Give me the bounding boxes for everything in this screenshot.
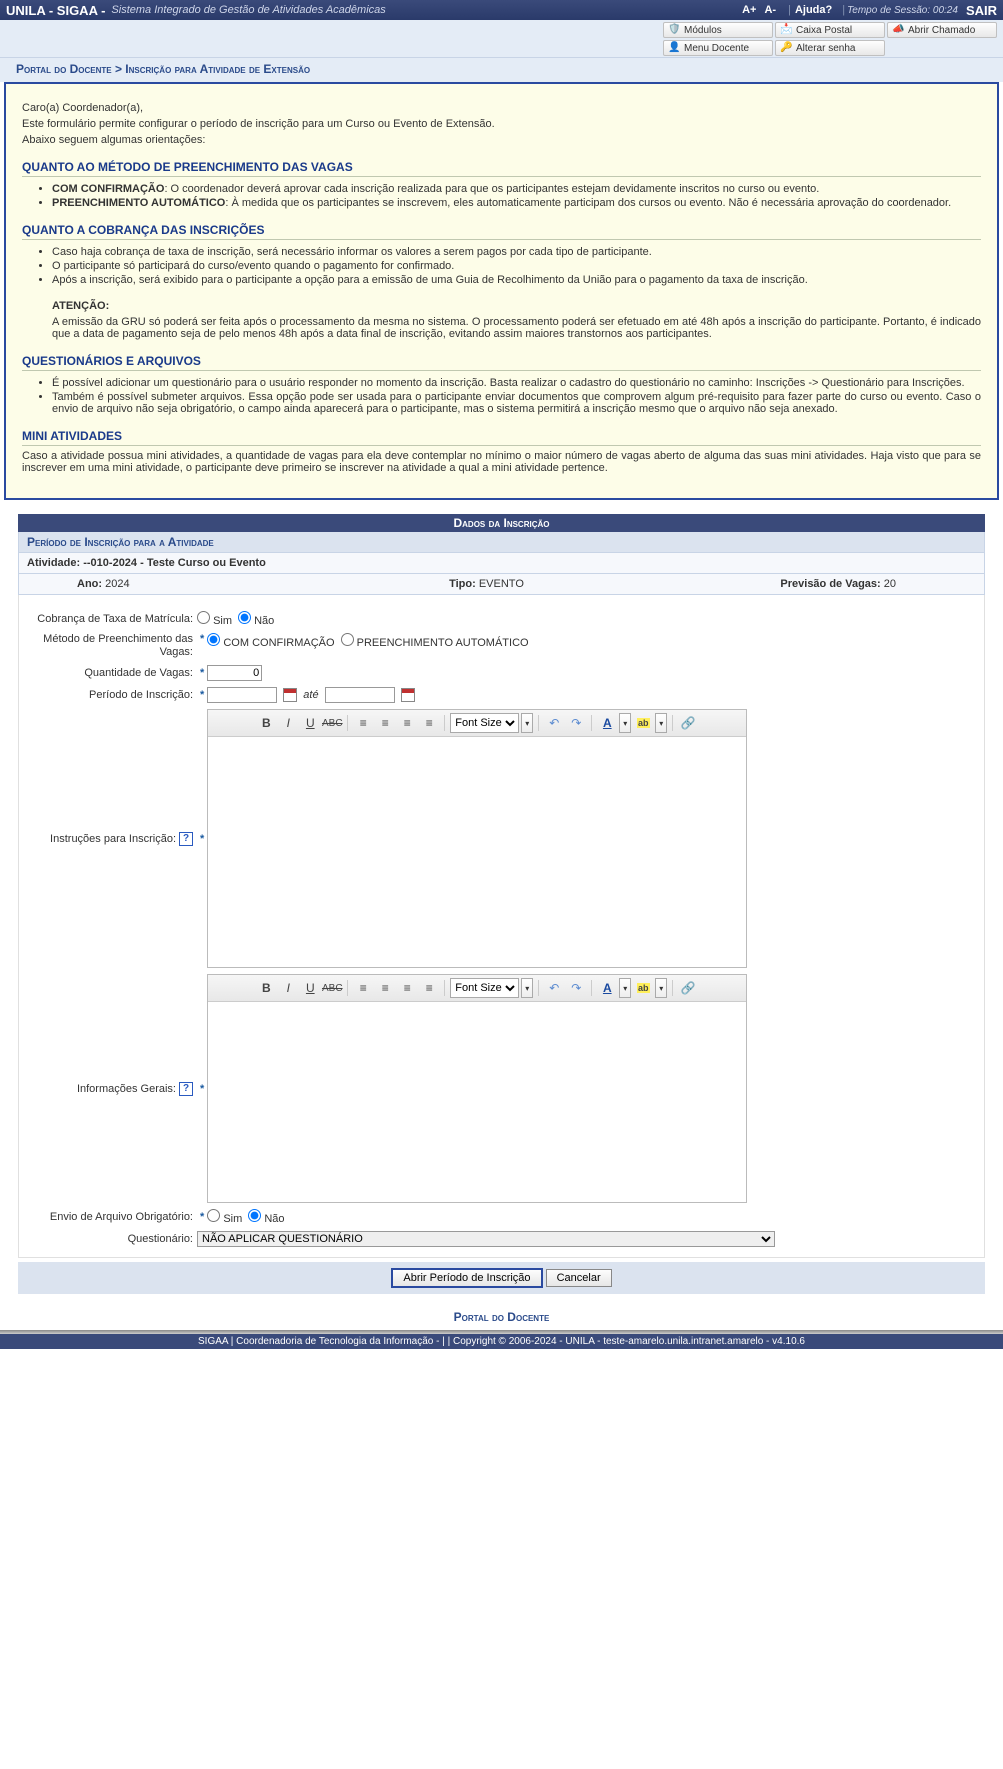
editor-toolbar: B I U ABC ≡ ≡ ≡ ≡ Font Size ▾ ↶ [208, 975, 746, 1002]
align-right-icon[interactable]: ≡ [397, 978, 417, 998]
portal-link[interactable]: Portal do Docente [454, 1310, 550, 1324]
greeting: Caro(a) Coordenador(a), [22, 102, 981, 114]
vacancies-input[interactable] [207, 665, 262, 681]
modules-button[interactable]: 🛡️Módulos [663, 22, 773, 38]
enrollment-form: Dados da Inscrição Período de Inscrição … [4, 514, 999, 1304]
help-link[interactable]: Ajuda? [795, 4, 832, 16]
section-heading: QUANTO A COBRANÇA DAS INSCRIÇÕES [22, 223, 981, 240]
bold-icon[interactable]: B [256, 713, 276, 733]
dropdown-icon[interactable]: ▾ [619, 978, 631, 998]
section-heading: QUANTO AO MÉTODO DE PREENCHIMENTO DAS VA… [22, 160, 981, 177]
instructions-panel: Caro(a) Coordenador(a), Este formulário … [4, 82, 999, 500]
redo-icon[interactable]: ↷ [566, 713, 586, 733]
breadcrumb: Portal do Docente > Inscrição para Ativi… [0, 58, 1003, 82]
editor-toolbar: B I U ABC ≡ ≡ ≡ ≡ Font Size ▾ ↶ [208, 710, 746, 737]
app-subtitle: Sistema Integrado de Gestão de Atividade… [111, 4, 385, 16]
italic-icon[interactable]: I [278, 978, 298, 998]
file-yes-radio[interactable]: Sim [207, 1209, 242, 1225]
dropdown-icon[interactable]: ▾ [655, 978, 667, 998]
zoom-out-button[interactable]: A- [764, 4, 776, 16]
instructions-row: Instruções para Inscrição: ? * B I U ABC… [27, 709, 976, 968]
editor-body[interactable] [208, 1002, 746, 1202]
vacancies-row: Quantidade de Vagas: * [27, 665, 976, 681]
align-left-icon[interactable]: ≡ [353, 978, 373, 998]
section-heading: QUESTIONÁRIOS E ARQUIVOS [22, 354, 981, 371]
link-icon[interactable]: 🔗 [678, 713, 698, 733]
flag-icon: 📣 [892, 24, 904, 36]
questionnaire-row: Questionário: NÃO APLICAR QUESTIONÁRIO [27, 1231, 976, 1247]
method-confirm-radio[interactable]: COM CONFIRMAÇÃO [207, 633, 334, 649]
form-subtitle: Período de Inscrição para a Atividade [18, 532, 985, 553]
general-info-row: Informações Gerais: ? * B I U ABC ≡ ≡ ≡ … [27, 974, 976, 1203]
section-heading: MINI ATIVIDADES [22, 429, 981, 446]
font-size-select[interactable]: Font Size [450, 978, 519, 998]
help-icon[interactable]: ? [179, 1082, 193, 1096]
undo-icon[interactable]: ↶ [544, 978, 564, 998]
dropdown-icon[interactable]: ▾ [521, 978, 533, 998]
file-required-row: Envio de Arquivo Obrigatório: * Sim Não [27, 1209, 976, 1225]
help-icon[interactable]: ? [179, 832, 193, 846]
link-icon[interactable]: 🔗 [678, 978, 698, 998]
align-right-icon[interactable]: ≡ [397, 713, 417, 733]
change-password-button[interactable]: 🔑Alterar senha [775, 40, 885, 56]
strike-icon[interactable]: ABC [322, 713, 342, 733]
key-icon: 🔑 [780, 42, 792, 54]
align-left-icon[interactable]: ≡ [353, 713, 373, 733]
mailbox-button[interactable]: 📩Caixa Postal [775, 22, 885, 38]
align-center-icon[interactable]: ≡ [375, 713, 395, 733]
period-row: Período de Inscrição: * até [27, 687, 976, 703]
period-end-input[interactable] [325, 687, 395, 703]
form-title: Dados da Inscrição [18, 514, 985, 532]
activity-meta: Ano: 2024 Tipo: EVENTO Previsão de Vagas… [18, 574, 985, 595]
utility-bar: 🛡️Módulos 📩Caixa Postal 📣Abrir Chamado 👤… [0, 20, 1003, 58]
align-center-icon[interactable]: ≡ [375, 978, 395, 998]
method-auto-radio[interactable]: PREENCHIMENTO AUTOMÁTICO [341, 633, 529, 649]
dropdown-icon[interactable]: ▾ [655, 713, 667, 733]
italic-icon[interactable]: I [278, 713, 298, 733]
highlight-icon[interactable]: ab [633, 978, 653, 998]
logout-link[interactable]: SAIR [966, 3, 997, 18]
dropdown-icon[interactable]: ▾ [521, 713, 533, 733]
text-color-icon[interactable]: A [597, 713, 617, 733]
file-no-radio[interactable]: Não [248, 1209, 284, 1225]
period-start-input[interactable] [207, 687, 277, 703]
open-period-button[interactable]: Abrir Período de Inscrição [391, 1268, 542, 1288]
dropdown-icon[interactable]: ▾ [619, 713, 631, 733]
general-info-editor: B I U ABC ≡ ≡ ≡ ≡ Font Size ▾ ↶ [207, 974, 747, 1203]
highlight-icon[interactable]: ab [633, 713, 653, 733]
teacher-menu-button[interactable]: 👤Menu Docente [663, 40, 773, 56]
questionnaire-select[interactable]: NÃO APLICAR QUESTIONÁRIO [197, 1231, 775, 1247]
fee-row: Cobrança de Taxa de Matrícula: Sim Não [27, 611, 976, 627]
calendar-icon[interactable] [401, 688, 415, 702]
cancel-button[interactable]: Cancelar [546, 1269, 612, 1287]
person-icon: 👤 [668, 42, 680, 54]
calendar-icon[interactable] [283, 688, 297, 702]
undo-icon[interactable]: ↶ [544, 713, 564, 733]
strike-icon[interactable]: ABC [322, 978, 342, 998]
app-brand: UNILA - SIGAA - [6, 3, 105, 18]
underline-icon[interactable]: U [300, 713, 320, 733]
session-timer: Tempo de Sessão: 00:24 [847, 5, 958, 16]
text-color-icon[interactable]: A [597, 978, 617, 998]
shield-icon: 🛡️ [668, 24, 680, 36]
mail-icon: 📩 [780, 24, 792, 36]
button-bar: Abrir Período de Inscrição Cancelar [18, 1262, 985, 1294]
font-size-select[interactable]: Font Size [450, 713, 519, 733]
activity-label: Atividade: --010-2024 - Teste Curso ou E… [18, 553, 985, 574]
open-ticket-button[interactable]: 📣Abrir Chamado [887, 22, 997, 38]
instructions-editor: B I U ABC ≡ ≡ ≡ ≡ Font Size ▾ ↶ [207, 709, 747, 968]
underline-icon[interactable]: U [300, 978, 320, 998]
top-bar: UNILA - SIGAA - Sistema Integrado de Ges… [0, 0, 1003, 20]
method-row: Método de Preenchimento das Vagas: * COM… [27, 633, 976, 659]
bold-icon[interactable]: B [256, 978, 276, 998]
fee-no-radio[interactable]: Não [238, 611, 274, 627]
align-justify-icon[interactable]: ≡ [419, 978, 439, 998]
fee-yes-radio[interactable]: Sim [197, 611, 232, 627]
redo-icon[interactable]: ↷ [566, 978, 586, 998]
zoom-in-button[interactable]: A+ [742, 4, 756, 16]
page-footer: SIGAA | Coordenadoria de Tecnologia da I… [0, 1334, 1003, 1349]
editor-body[interactable] [208, 737, 746, 967]
align-justify-icon[interactable]: ≡ [419, 713, 439, 733]
